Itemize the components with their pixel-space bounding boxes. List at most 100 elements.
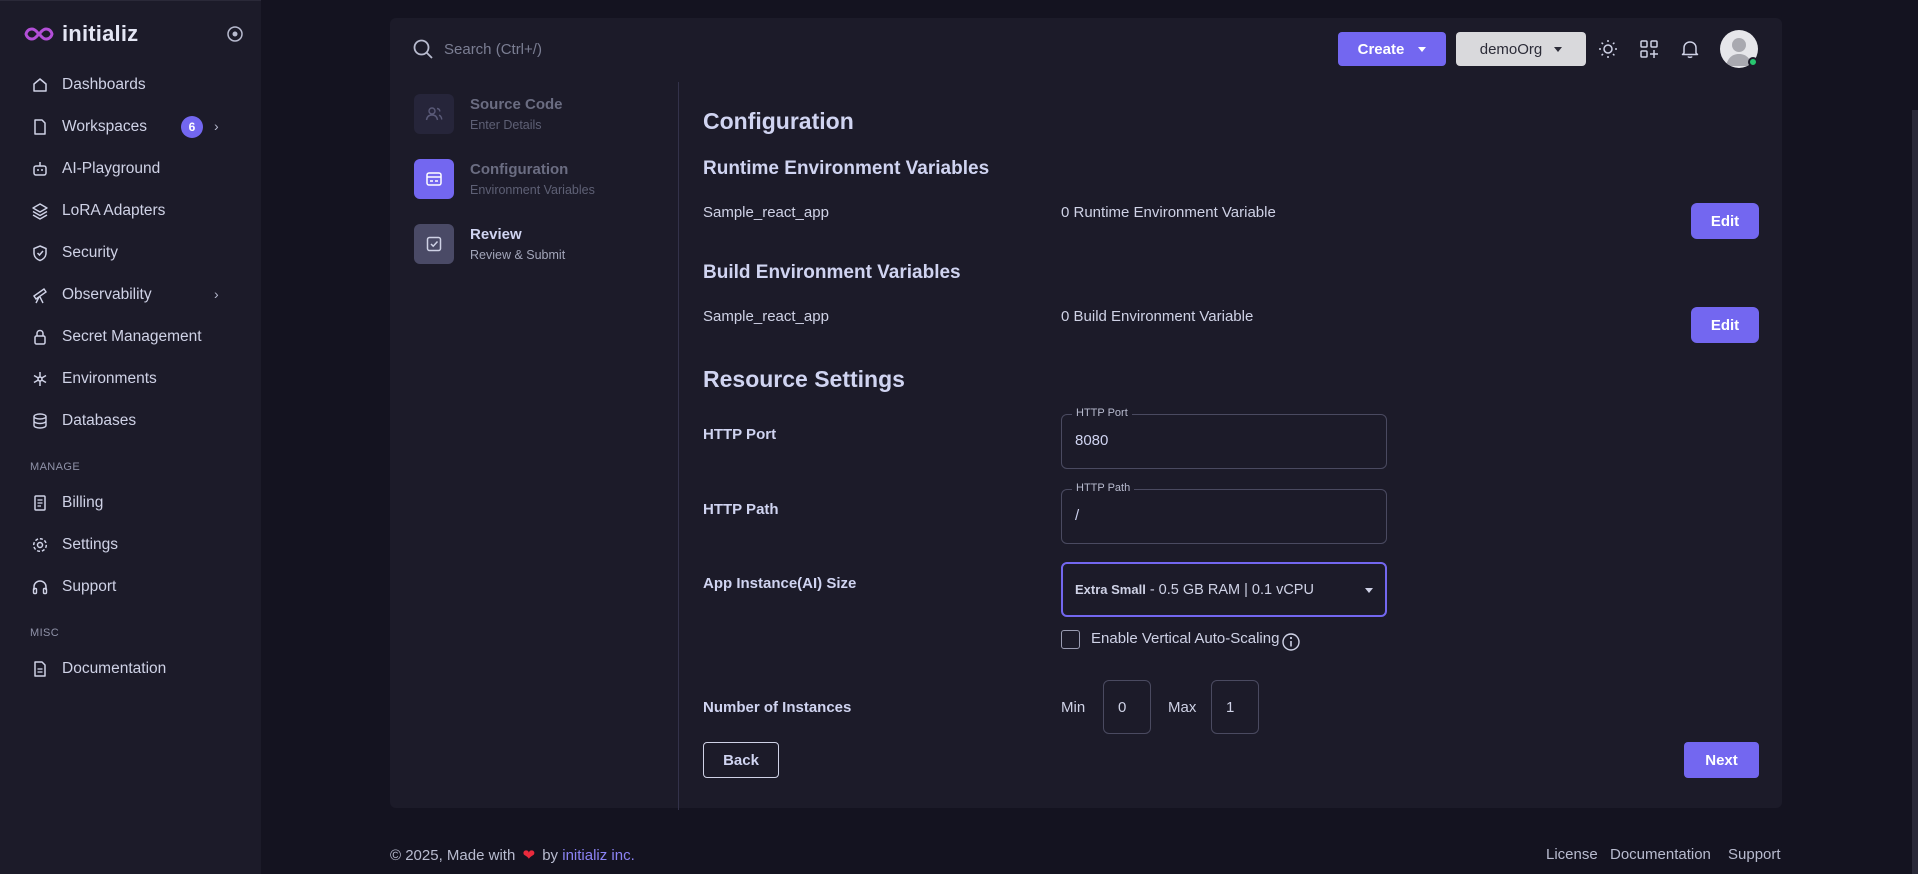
- caret-down-icon: [1365, 588, 1373, 593]
- step-subtitle: Enter Details: [470, 118, 542, 132]
- vertical-autoscaling-checkbox[interactable]: [1061, 630, 1080, 649]
- next-button[interactable]: Next: [1684, 742, 1759, 778]
- step-box: [414, 94, 454, 134]
- step-title: Review: [470, 226, 522, 243]
- sidebar-item-label: LoRA Adapters: [62, 202, 166, 219]
- caret-down-icon: [1554, 46, 1563, 52]
- stepper-divider: [678, 82, 679, 810]
- org-switcher-button[interactable]: demoOrg: [1456, 32, 1586, 66]
- search-icon[interactable]: [412, 38, 434, 60]
- step-configuration[interactable]: Configuration Environment Variables: [414, 159, 595, 199]
- sidebar-item-environments[interactable]: Environments: [30, 364, 240, 394]
- infinity-logo-icon: [24, 27, 54, 41]
- copyright-text: © 2025, Made with: [390, 847, 516, 864]
- create-button-label: Create: [1357, 40, 1405, 58]
- card-icon: [426, 172, 442, 186]
- brand-logo[interactable]: initializ: [24, 21, 138, 47]
- build-env-count: 0 Build Environment Variable: [1061, 308, 1254, 325]
- http-port-input[interactable]: [1075, 432, 1365, 449]
- bell-icon[interactable]: [1679, 38, 1701, 60]
- step-box: [414, 159, 454, 199]
- vertical-autoscaling-label: Enable Vertical Auto-Scaling: [1091, 630, 1280, 647]
- step-review[interactable]: Review Review & Submit: [414, 224, 565, 264]
- footer-link-license[interactable]: License: [1546, 846, 1598, 863]
- online-status-dot: [1748, 57, 1758, 67]
- gear-icon: [30, 535, 50, 555]
- checkbox-icon: [426, 236, 442, 252]
- http-path-field[interactable]: HTTP Path: [1061, 482, 1387, 544]
- http-path-input[interactable]: [1075, 507, 1365, 524]
- instances-label: Number of Instances: [703, 699, 852, 716]
- edit-build-env-button[interactable]: Edit: [1691, 307, 1759, 343]
- sidebar-item-documentation[interactable]: Documentation: [30, 654, 240, 684]
- http-port-label: HTTP Port: [703, 426, 777, 443]
- receipt-icon: [30, 493, 50, 513]
- create-button[interactable]: Create: [1338, 32, 1446, 66]
- top-bar: Create demoOrg: [390, 18, 1782, 80]
- sidebar-item-label: AI-Playground: [62, 160, 161, 177]
- instance-size-select[interactable]: Extra Small - 0.5 GB RAM | 0.1 vCPU: [1061, 562, 1387, 617]
- sidebar-item-dashboards[interactable]: Dashboards: [30, 70, 240, 100]
- by-text: by: [542, 847, 559, 864]
- runtime-env-count: 0 Runtime Environment Variable: [1061, 204, 1276, 221]
- sidebar-item-settings[interactable]: Settings: [30, 530, 240, 560]
- http-path-label: HTTP Path: [703, 501, 779, 518]
- resource-settings-heading: Resource Settings: [703, 366, 905, 392]
- max-instances-input[interactable]: 1: [1211, 680, 1259, 734]
- min-label: Min: [1061, 699, 1086, 716]
- sidebar-item-label: Support: [62, 578, 117, 595]
- company-link[interactable]: initializ inc.: [562, 847, 635, 864]
- sidebar-item-observability[interactable]: Observability ›: [30, 280, 240, 310]
- sidebar-item-security[interactable]: Security: [30, 238, 240, 268]
- sidebar-item-label: Workspaces: [62, 118, 147, 135]
- sidebar-item-label: Documentation: [62, 660, 167, 677]
- sidebar-item-label: Observability: [62, 286, 152, 303]
- footer-copyright: © 2025, Made with ❤ by initializ inc.: [390, 846, 635, 864]
- main-card: Create demoOrg: [390, 18, 1782, 810]
- sidebar-item-label: Billing: [62, 494, 104, 511]
- brand-name: initializ: [62, 21, 139, 46]
- database-icon: [30, 411, 50, 431]
- apps-grid-icon[interactable]: [1638, 38, 1660, 60]
- sidebar-item-lora-adapters[interactable]: LoRA Adapters: [30, 196, 240, 226]
- step-title: Configuration: [470, 161, 569, 178]
- sidebar-item-databases[interactable]: Databases: [30, 406, 240, 436]
- http-port-field[interactable]: HTTP Port: [1061, 407, 1387, 469]
- page-scrollbar[interactable]: [1912, 110, 1918, 874]
- layers-icon: [30, 201, 50, 221]
- footer-link-support[interactable]: Support: [1728, 846, 1781, 863]
- section-label-manage: MANAGE: [30, 461, 81, 473]
- sidebar-item-billing[interactable]: Billing: [30, 488, 240, 518]
- instance-size-name: Extra Small: [1075, 582, 1146, 597]
- file-icon: [30, 117, 50, 137]
- collapse-sidebar-icon[interactable]: [226, 25, 244, 43]
- http-path-legend: HTTP Path: [1072, 482, 1135, 494]
- sidebar-item-secret-management[interactable]: Secret Management: [30, 322, 240, 352]
- sidebar-item-support[interactable]: Support: [30, 572, 240, 602]
- build-app-name: Sample_react_app: [703, 308, 829, 325]
- edit-runtime-env-button[interactable]: Edit: [1691, 203, 1759, 239]
- sidebar-item-workspaces[interactable]: Workspaces 6 ›: [30, 112, 240, 142]
- http-port-legend: HTTP Port: [1072, 407, 1132, 419]
- home-icon: [30, 75, 50, 95]
- robot-icon: [30, 159, 50, 179]
- instance-size-detail: - 0.5 GB RAM | 0.1 vCPU: [1149, 581, 1314, 598]
- sun-icon[interactable]: [1597, 38, 1619, 60]
- sidebar-item-ai-playground[interactable]: AI-Playground: [30, 154, 240, 184]
- info-icon[interactable]: [1281, 632, 1301, 652]
- step-subtitle: Environment Variables: [470, 183, 595, 197]
- heart-icon: ❤: [522, 847, 536, 864]
- workspaces-count-badge: 6: [181, 116, 203, 138]
- sidebar-item-label: Databases: [62, 412, 137, 429]
- headphones-icon: [30, 577, 50, 597]
- sidebar-item-label: Environments: [62, 370, 157, 387]
- footer-link-documentation[interactable]: Documentation: [1610, 846, 1711, 863]
- back-button[interactable]: Back: [703, 742, 779, 778]
- search-input[interactable]: [444, 38, 744, 60]
- sidebar-item-label: Secret Management: [62, 328, 202, 345]
- step-source-code[interactable]: Source Code Enter Details: [414, 94, 563, 134]
- min-instances-input[interactable]: 0: [1103, 680, 1151, 734]
- step-subtitle: Review & Submit: [470, 248, 566, 262]
- section-label-misc: MISC: [30, 627, 60, 639]
- snowflake-icon: [30, 369, 50, 389]
